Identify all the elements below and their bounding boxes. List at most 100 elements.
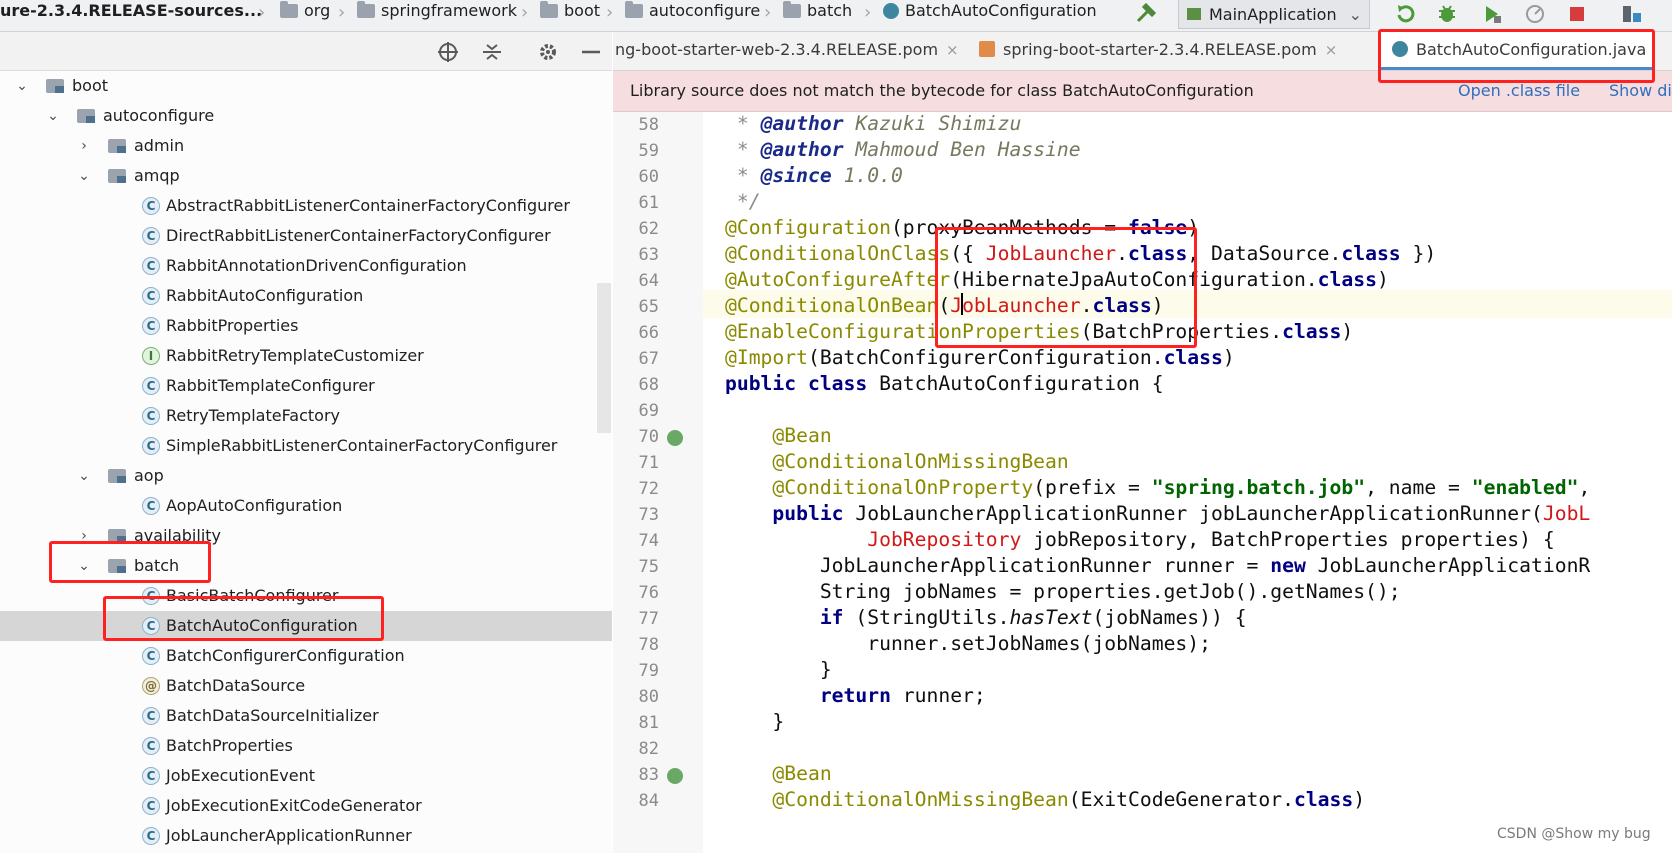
class-icon: C [142,317,160,335]
folder-icon [783,1,801,18]
chevron-down-icon[interactable]: ⌄ [14,71,30,101]
watermark: CSDN @Show my bug [1497,826,1651,842]
tree-item[interactable]: C JobExecutionEvent [0,761,612,791]
tree-item[interactable]: @ BatchDataSource [0,671,612,701]
tab-starter-pom[interactable]: spring-boot-starter-2.3.4.RELEASE.pom × [969,32,1351,70]
close-icon[interactable]: × [946,41,959,59]
package-icon [108,139,126,153]
line-number: 75 [638,557,659,577]
tree-item[interactable]: C RetryTemplateFactory [0,401,612,431]
tree-item[interactable]: C BatchConfigurerConfiguration [0,641,612,671]
navigation-bar: ure-2.3.4.RELEASE-sources... › org › spr… [0,0,1672,32]
chevron-down-icon[interactable]: ⌄ [76,161,92,191]
profile-icon[interactable] [1524,3,1546,25]
tree-item[interactable]: C BatchProperties [0,731,612,761]
chevron-right-icon[interactable]: › [76,131,92,161]
show-diff-link[interactable]: Show di [1609,71,1672,111]
project-structure-icon[interactable] [1621,3,1643,25]
chevron-down-icon[interactable]: ⌄ [76,461,92,491]
tree-item-label: BatchProperties [166,736,293,755]
line-number: 80 [638,687,659,707]
tree-item-label: JobExecutionExitCodeGenerator [166,796,422,815]
run-with-coverage-icon[interactable] [1481,3,1503,25]
breadcrumb-separator: › [764,2,772,23]
class-icon: C [142,437,160,455]
open-class-file-link[interactable]: Open .class file [1458,71,1580,111]
tree-item[interactable]: C BasicBatchConfigurer [0,581,612,611]
tree-item[interactable]: C SimpleRabbitListenerContainerFactoryCon… [0,431,612,461]
code-line-58: * @author Kazuki Shimizu [736,112,1022,135]
tree-item[interactable]: I RabbitRetryTemplateCustomizer [0,341,612,371]
tree-item[interactable]: C RabbitProperties [0,311,612,341]
breadcrumb-item-batch[interactable]: batch [783,0,852,31]
code-editor[interactable]: * @author Kazuki Shimizu * @author Mahmo… [703,112,1672,853]
chevron-down-icon[interactable]: ⌄ [45,101,61,131]
collapse-all-icon[interactable] [481,41,503,63]
code-line-67: @Import(BatchConfigurerConfiguration.cla… [725,346,1235,369]
tree-folder-aop[interactable]: ⌄ aop [0,461,612,491]
tree-item-label: RabbitTemplateConfigurer [166,376,375,395]
chevron-right-icon[interactable]: › [76,521,92,551]
tree-item[interactable]: C RabbitTemplateConfigurer [0,371,612,401]
line-number: 67 [638,349,659,369]
class-icon: C [142,797,160,815]
line-number: 68 [638,375,659,395]
breadcrumb-item-boot[interactable]: boot [540,0,600,31]
code-line-62: @Configuration(proxyBeanMethods = false) [725,216,1200,239]
tree-folder-batch[interactable]: ⌄ batch [0,551,612,581]
tree-item[interactable]: C BatchDataSourceInitializer [0,701,612,731]
package-icon [108,169,126,183]
tab-batch-auto-configuration[interactable]: BatchAutoConfiguration.java [1380,32,1652,70]
breadcrumb-item-class[interactable]: BatchAutoConfiguration [883,0,1097,31]
tree-item[interactable]: C BatchAutoConfiguration [0,611,612,641]
tree-item[interactable]: C JobExecutionExitCodeGenerator [0,791,612,821]
tree-item-label: BasicBatchConfigurer [166,586,339,605]
line-number: 61 [638,193,659,213]
tree-item-label: admin [134,136,185,155]
tree-item[interactable]: C AbstractRabbitListenerContainerFactoryC… [0,191,612,221]
breadcrumb-project[interactable]: ure-2.3.4.RELEASE-sources... [0,0,262,31]
class-icon: C [142,227,160,245]
editor-gutter[interactable]: 58 59 60 61 62 63 64 65 66 67 68 69 70 71 72 73 74 75 76 77… [613,112,722,853]
tab-web-starter-pom[interactable]: ng-boot-starter-web-2.3.4.RELEASE.pom × [613,32,961,70]
minimize-icon[interactable] [580,41,602,63]
bean-gutter-icon[interactable] [667,768,683,784]
tree-folder-boot[interactable]: ⌄ boot [0,71,612,101]
rerun-icon[interactable] [1395,3,1417,25]
package-icon [108,559,126,573]
locate-icon[interactable] [437,41,459,63]
code-line-80: return runner; [819,684,986,707]
tree-scrollbar[interactable] [597,283,611,433]
breadcrumb-item-autoconfigure[interactable]: autoconfigure [625,0,760,31]
tree-folder-autoconfigure[interactable]: ⌄ autoconfigure [0,101,612,131]
tree-item[interactable]: C JobLauncherApplicationRunner [0,821,612,851]
tree-item[interactable]: C AopAutoConfiguration [0,491,612,521]
breadcrumb-item-org[interactable]: org [280,0,330,31]
code-line-72: @ConditionalOnProperty(prefix = "spring.… [772,476,1591,499]
debug-icon[interactable] [1436,3,1458,25]
project-panel-header [0,32,612,71]
close-icon[interactable]: × [1325,41,1338,59]
gear-icon[interactable] [537,41,559,63]
tree-item[interactable]: C RabbitAutoConfiguration [0,281,612,311]
line-number: 82 [638,739,659,759]
hammer-icon[interactable] [1135,3,1157,25]
run-configuration-select[interactable]: MainApplication ⌄ [1178,0,1370,29]
tree-item-label: JobExecutionEvent [166,766,316,785]
line-number: 74 [638,531,659,551]
tree-folder-availability[interactable]: › availability [0,521,612,551]
bean-gutter-icon[interactable] [667,430,683,446]
tree-item[interactable]: C RabbitAnnotationDrivenConfiguration [0,251,612,281]
stop-icon[interactable] [1566,3,1588,25]
chevron-down-icon[interactable]: ⌄ [76,551,92,581]
code-line-76: String jobNames = properties.getJob().ge… [819,580,1401,603]
tree-folder-amqp[interactable]: ⌄ amqp [0,161,612,191]
tree-item[interactable]: C DirectRabbitListenerContainerFactoryCon… [0,221,612,251]
text-caret [961,293,963,315]
line-number: 76 [638,583,659,603]
breadcrumb-item-springframework[interactable]: springframework [357,0,517,31]
line-number: 84 [638,791,659,811]
line-number: 59 [638,141,659,161]
tree-folder-admin[interactable]: › admin [0,131,612,161]
class-icon: C [142,287,160,305]
